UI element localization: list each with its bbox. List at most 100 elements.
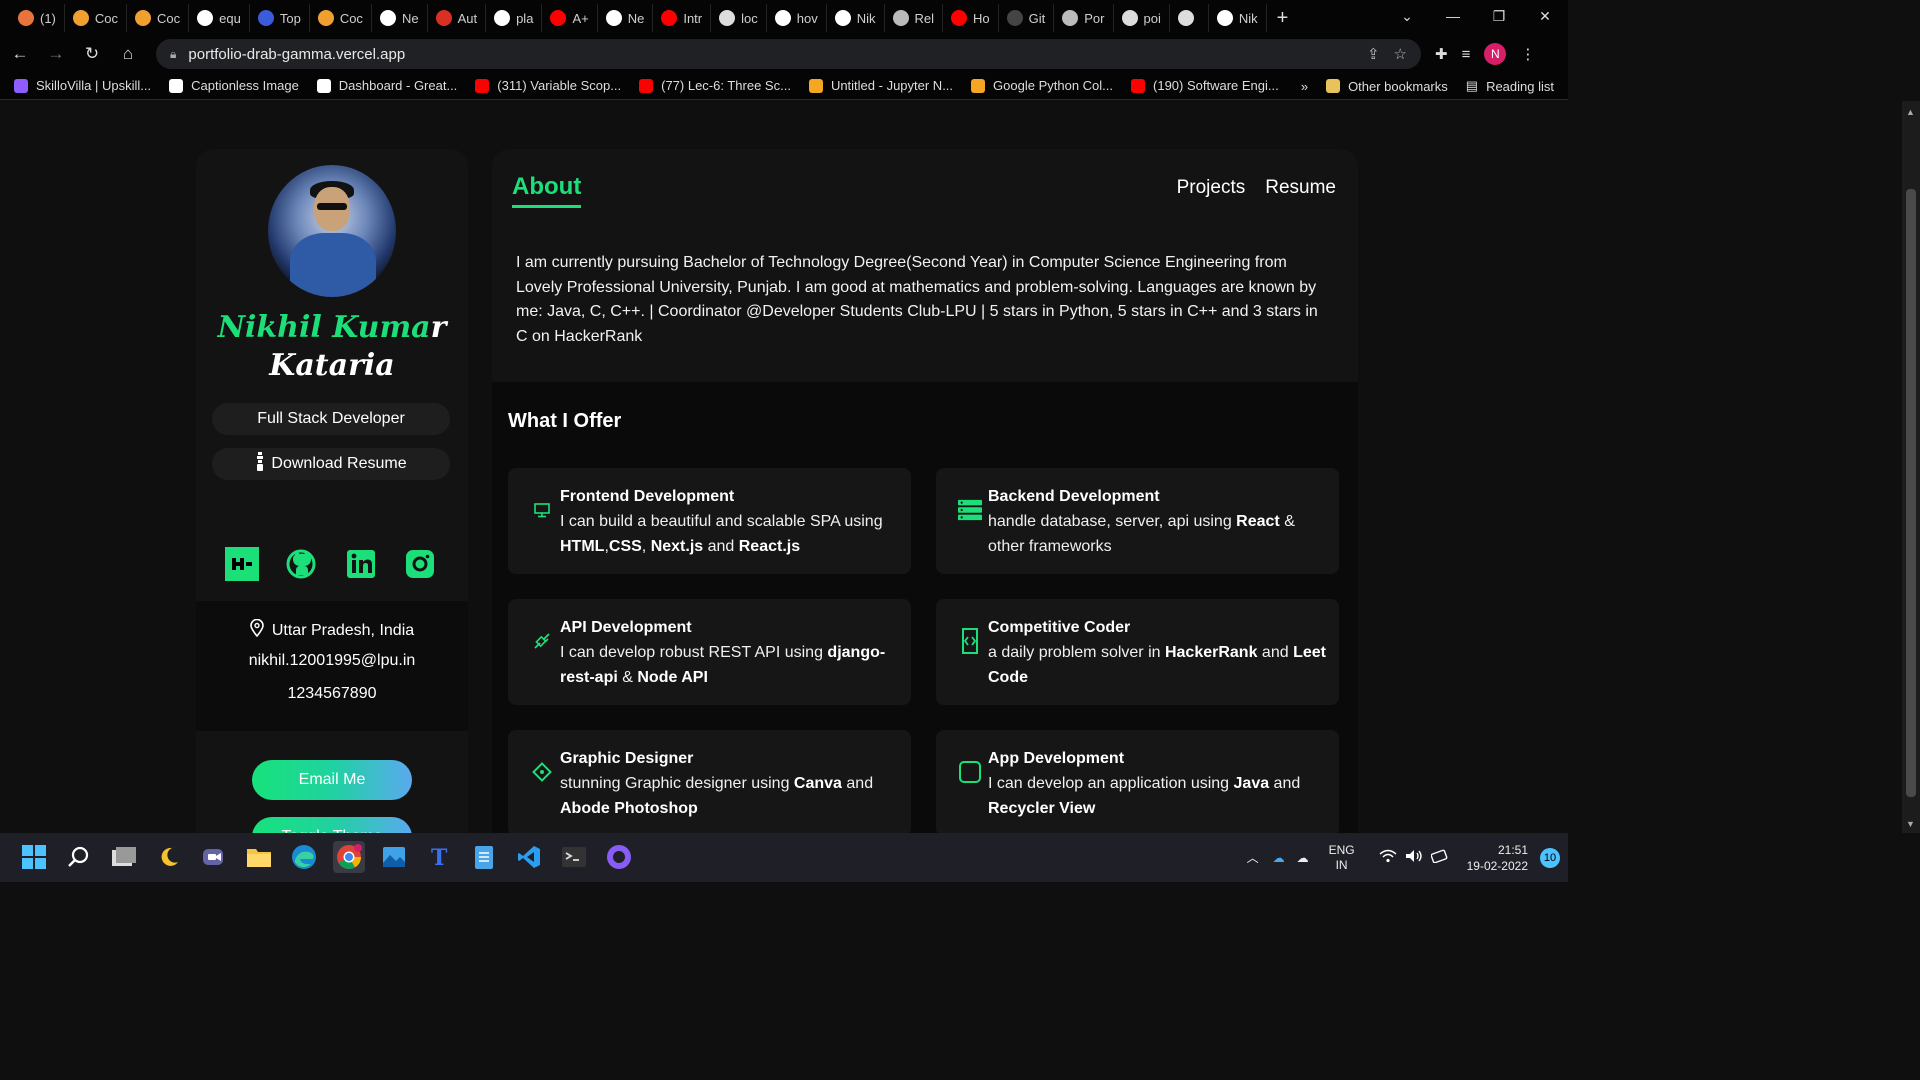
address-bar[interactable]: 🔒︎ portfolio-drab-gamma.vercel.app ⇪ ☆ — [156, 39, 1421, 69]
browser-tab[interactable]: Coc — [65, 4, 128, 32]
github-desktop-icon[interactable] — [603, 841, 635, 873]
language-indicator[interactable]: ENG IN — [1329, 843, 1355, 873]
browser-tab[interactable]: Intr — [653, 4, 712, 32]
moon-app-icon[interactable] — [153, 841, 185, 873]
task-view-icon[interactable] — [108, 841, 140, 873]
other-bookmarks-folder[interactable]: Other bookmarks — [1326, 79, 1448, 94]
page-scrollbar[interactable]: ▲ ▼ — [1902, 101, 1920, 833]
browser-tab[interactable]: Por — [1054, 4, 1114, 32]
notepad-icon[interactable] — [468, 841, 500, 873]
media-control-icon[interactable]: ≡ — [1462, 46, 1471, 63]
browser-tab[interactable]: Aut — [428, 4, 487, 32]
card-text: and — [703, 537, 739, 555]
terminal-icon[interactable] — [558, 841, 590, 873]
browser-tab[interactable]: Ho — [943, 4, 999, 32]
bookmark-item[interactable]: (190) Software Engi... — [1131, 78, 1279, 93]
notification-badge[interactable]: 10 — [1540, 847, 1560, 868]
bookmarks-more-button[interactable]: » — [1301, 79, 1308, 94]
tab-favicon-icon — [1062, 10, 1079, 26]
browser-tab[interactable]: Coc — [127, 4, 190, 32]
forward-icon[interactable]: → — [40, 38, 72, 70]
back-icon[interactable]: ← — [4, 38, 36, 70]
browser-tab[interactable]: hov — [767, 4, 827, 32]
volume-icon[interactable] — [1405, 849, 1423, 866]
browser-tab[interactable]: poi — [1114, 4, 1170, 32]
profile-avatar[interactable]: N — [1484, 43, 1507, 65]
vscode-icon[interactable] — [513, 841, 545, 873]
github-icon[interactable] — [284, 547, 318, 581]
bookmark-star-icon[interactable]: ☆ — [1394, 45, 1407, 63]
share-icon[interactable]: ⇪ — [1367, 45, 1380, 63]
bookmark-item[interactable]: Google Python Col... — [971, 78, 1113, 93]
bookmark-item[interactable]: Dashboard - Great... — [316, 78, 457, 93]
clock[interactable]: 21:51 19-02-2022 — [1467, 842, 1528, 874]
url-text[interactable]: portfolio-drab-gamma.vercel.app — [188, 46, 405, 63]
lock-icon[interactable]: 🔒︎ — [170, 47, 176, 62]
tab-label: poi — [1143, 10, 1161, 26]
onedrive-personal-icon[interactable]: ☁ — [1297, 851, 1309, 865]
search-icon[interactable] — [63, 841, 95, 873]
onedrive-icon[interactable]: ☁ — [1273, 851, 1285, 865]
browser-tab[interactable]: Rel — [885, 4, 944, 32]
window-controls: ⌄ — ❐ ✕ — [1384, 0, 1568, 32]
offer-card-backend: Backend Development handle database, ser… — [936, 468, 1339, 574]
extensions-icon[interactable]: ✚ — [1435, 45, 1448, 63]
scroll-up-icon[interactable]: ▲ — [1906, 107, 1915, 117]
browser-tab[interactable] — [1170, 4, 1209, 32]
browser-tab[interactable]: Nik — [1209, 4, 1267, 32]
nav-resume[interactable]: Resume — [1265, 177, 1336, 199]
hackerrank-icon[interactable] — [225, 547, 259, 581]
typora-icon[interactable]: T — [423, 841, 455, 873]
new-tab-button[interactable]: + — [1267, 7, 1299, 30]
offer-card-frontend: Frontend Development I can build a beaut… — [508, 468, 911, 574]
bookmark-item[interactable]: Untitled - Jupyter N... — [808, 78, 953, 93]
restore-button[interactable]: ❐ — [1476, 0, 1522, 32]
phone-text[interactable]: 1234567890 — [196, 685, 468, 703]
bookmark-item[interactable]: (311) Variable Scop... — [475, 78, 621, 93]
browser-tab[interactable]: (1) — [10, 4, 65, 32]
download-resume-button[interactable]: Download Resume — [212, 448, 450, 480]
browser-tab[interactable]: Ne — [598, 4, 654, 32]
browser-tab[interactable]: Git — [999, 4, 1055, 32]
browser-tab[interactable]: Ne — [372, 4, 428, 32]
photos-icon[interactable] — [378, 841, 410, 873]
scrollbar-thumb[interactable] — [1906, 189, 1916, 797]
linkedin-icon[interactable] — [344, 547, 378, 581]
browser-tab[interactable]: pla — [486, 4, 543, 32]
tab-search-icon[interactable]: ⌄ — [1384, 0, 1430, 32]
nav-projects[interactable]: Projects — [1177, 177, 1246, 199]
reload-icon[interactable]: ↻ — [76, 38, 108, 70]
location-text: Uttar Pradesh, India — [271, 621, 415, 639]
bookmark-item[interactable]: (77) Lec-6: Three Sc... — [639, 78, 791, 93]
file-explorer-icon[interactable] — [243, 841, 275, 873]
edge-icon[interactable] — [288, 841, 320, 873]
wifi-icon[interactable] — [1379, 849, 1397, 866]
email-me-button[interactable]: Email Me — [252, 760, 412, 800]
tray-overflow-icon[interactable]: ︿ — [1247, 849, 1259, 866]
menu-icon[interactable]: ⋮ — [1520, 45, 1535, 63]
reading-list-button[interactable]: ▤ Reading list — [1466, 78, 1554, 94]
design-diamond-icon — [530, 760, 554, 784]
browser-tab[interactable]: Nik — [827, 4, 885, 32]
instagram-icon[interactable] — [403, 547, 437, 581]
battery-icon[interactable] — [1430, 849, 1449, 866]
windows-start-icon[interactable] — [18, 841, 50, 873]
teams-chat-icon[interactable] — [198, 841, 230, 873]
tab-label: A+ — [572, 10, 589, 26]
browser-tab[interactable]: A+ — [542, 4, 598, 32]
email-text[interactable]: nikhil.12001995@lpu.in — [196, 652, 468, 670]
toggle-theme-button[interactable]: Toggle Theme — [252, 817, 412, 833]
browser-tab[interactable]: equ — [189, 4, 250, 32]
bookmark-item[interactable]: Captionless Image — [169, 78, 299, 93]
top-nav: Projects Resume — [1177, 177, 1336, 199]
home-icon[interactable]: ⌂ — [112, 38, 144, 70]
chrome-icon[interactable] — [333, 841, 365, 873]
bookmark-item[interactable]: SkilloVilla | Upskill... — [14, 78, 151, 93]
browser-tab[interactable]: loc — [711, 4, 767, 32]
scroll-down-icon[interactable]: ▼ — [1906, 819, 1915, 829]
tab-about[interactable]: About — [512, 173, 582, 208]
minimize-button[interactable]: — — [1430, 0, 1476, 32]
close-window-button[interactable]: ✕ — [1522, 0, 1568, 32]
browser-tab[interactable]: Coc — [310, 4, 372, 32]
browser-tab[interactable]: Top — [250, 4, 310, 32]
